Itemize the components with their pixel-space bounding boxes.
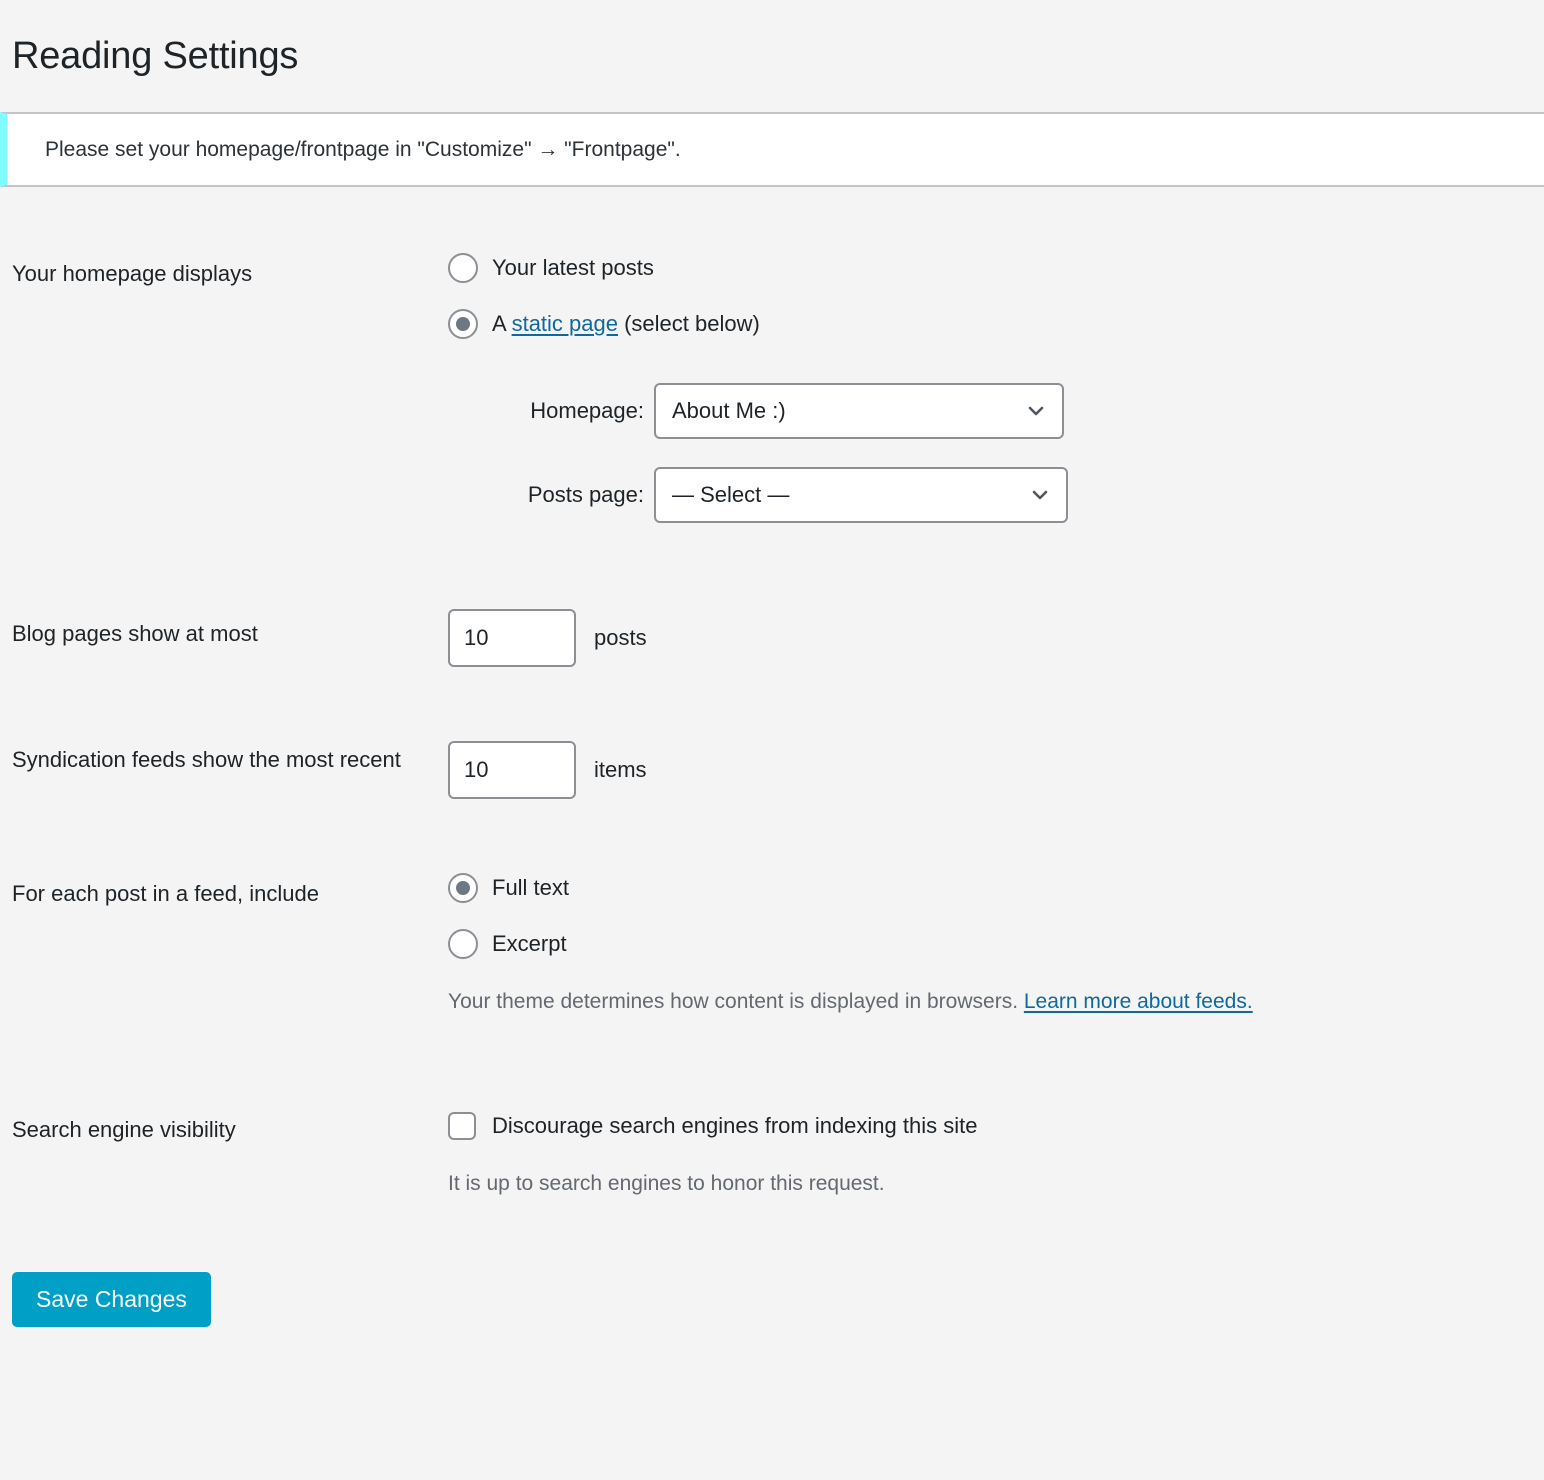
label-search-visibility: Search engine visibility (0, 1061, 448, 1243)
homepage-select-value: About Me :) (672, 396, 786, 426)
save-changes-button[interactable]: Save Changes (12, 1272, 211, 1327)
cell-homepage-displays: Your latest posts A static page (select … (448, 201, 1544, 547)
discourage-search-engines-row[interactable]: Discourage search engines from indexing … (448, 1111, 1544, 1141)
syndication-feeds-input[interactable] (448, 741, 576, 799)
radio-excerpt[interactable]: Excerpt (448, 929, 1544, 959)
discourage-search-engines-label: Discourage search engines from indexing … (492, 1111, 977, 1141)
radio-excerpt-control[interactable] (448, 929, 478, 959)
radio-full-text-control[interactable] (448, 873, 478, 903)
cell-blog-pages: posts (448, 547, 1544, 691)
radio-static-page-label: A static page (select below) (492, 309, 760, 339)
posts-page-select-label: Posts page: (484, 480, 644, 510)
radio-static-page[interactable]: A static page (select below) (448, 309, 1544, 339)
posts-page-select-value: — Select — (672, 480, 789, 510)
homepage-select-row: Homepage: About Me :) (484, 383, 1544, 439)
chevron-down-icon (1030, 485, 1050, 505)
feed-include-description: Your theme determines how content is dis… (448, 987, 1544, 1016)
label-syndication-feeds: Syndication feeds show the most recent (0, 691, 448, 823)
blog-pages-row: posts (448, 609, 1544, 667)
static-page-link[interactable]: static page (512, 311, 618, 336)
label-homepage-displays: Your homepage displays (0, 201, 448, 547)
radio-latest-posts-control[interactable] (448, 253, 478, 283)
homepage-select-label: Homepage: (484, 396, 644, 426)
cell-feed-include: Full text Excerpt Your theme determines … (448, 823, 1544, 1061)
radio-latest-posts[interactable]: Your latest posts (448, 253, 1544, 283)
radio-static-page-control[interactable] (448, 309, 478, 339)
row-search-visibility: Search engine visibility Discourage sear… (0, 1061, 1544, 1243)
radio-full-text[interactable]: Full text (448, 873, 1544, 903)
search-visibility-description: It is up to search engines to honor this… (448, 1169, 1544, 1198)
row-syndication-feeds: Syndication feeds show the most recent i… (0, 691, 1544, 823)
row-blog-pages: Blog pages show at most posts (0, 547, 1544, 691)
cell-search-visibility: Discourage search engines from indexing … (448, 1061, 1544, 1243)
syndication-feeds-unit: items (594, 755, 647, 785)
blog-pages-input[interactable] (448, 609, 576, 667)
posts-page-select[interactable]: — Select — (654, 467, 1068, 523)
row-homepage-displays: Your homepage displays Your latest posts… (0, 201, 1544, 547)
blog-pages-unit: posts (594, 623, 647, 653)
posts-page-select-row: Posts page: — Select — (484, 467, 1544, 523)
feed-include-description-text: Your theme determines how content is dis… (448, 990, 1024, 1013)
chevron-down-icon (1026, 401, 1046, 421)
cell-syndication-feeds: items (448, 691, 1544, 823)
syndication-feeds-row: items (448, 741, 1544, 799)
notice-banner: Please set your homepage/frontpage in "C… (0, 112, 1544, 188)
radio-excerpt-label: Excerpt (492, 929, 567, 959)
label-feed-include: For each post in a feed, include (0, 823, 448, 1061)
radio-latest-posts-label: Your latest posts (492, 253, 654, 283)
homepage-select[interactable]: About Me :) (654, 383, 1064, 439)
notice-message: Please set your homepage/frontpage in "C… (45, 138, 681, 161)
static-page-text-after: (select below) (618, 311, 760, 336)
reading-settings-form: Your homepage displays Your latest posts… (0, 201, 1544, 1243)
static-page-selectors: Homepage: About Me :) Posts page: — Sele… (484, 383, 1544, 523)
label-blog-pages: Blog pages show at most (0, 547, 448, 691)
discourage-search-engines-checkbox[interactable] (448, 1112, 476, 1140)
row-feed-include: For each post in a feed, include Full te… (0, 823, 1544, 1061)
submit-area: Save Changes (0, 1244, 1544, 1327)
page-title: Reading Settings (0, 0, 1544, 80)
learn-more-feeds-link[interactable]: Learn more about feeds. (1024, 990, 1253, 1013)
radio-full-text-label: Full text (492, 873, 569, 903)
static-page-text-before: A (492, 311, 512, 336)
